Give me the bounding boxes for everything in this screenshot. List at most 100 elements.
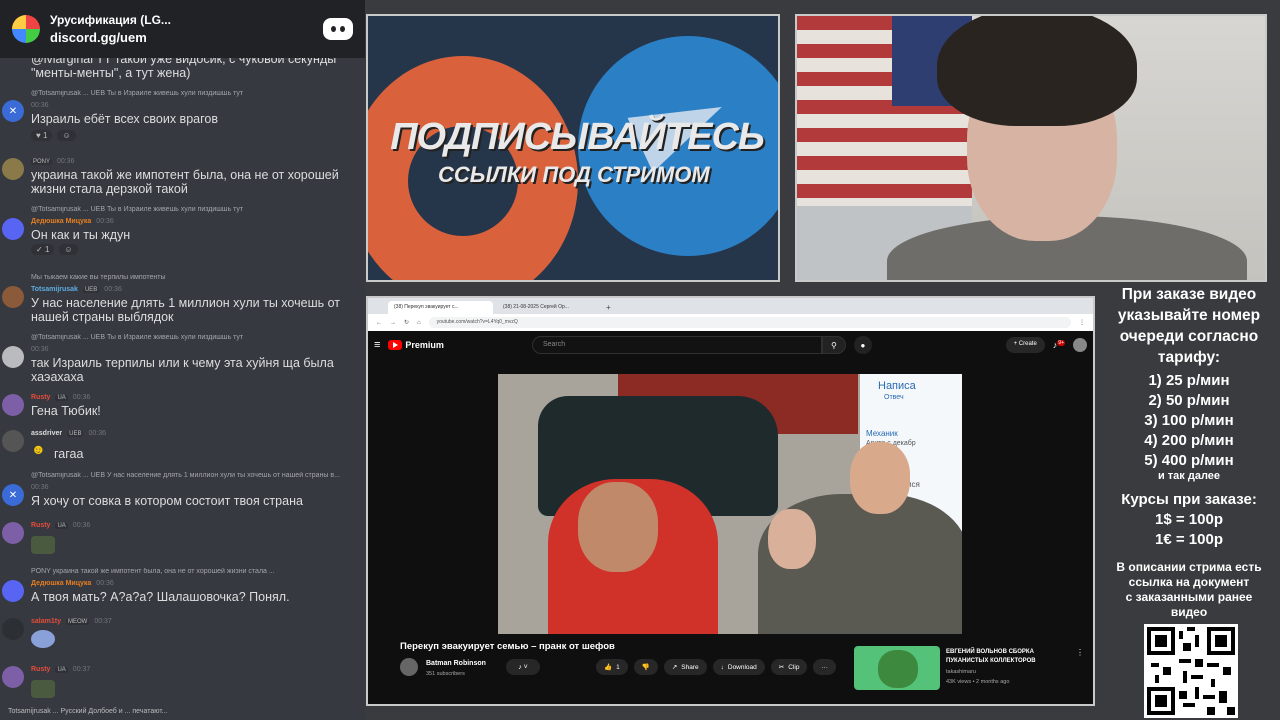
- new-tab-icon[interactable]: +: [606, 303, 611, 314]
- video-actions: 👍 1 👎 ↗ Share ↓ Download ✂ Clip ···: [596, 659, 836, 675]
- message-time: 00:36: [88, 430, 107, 437]
- recommended-title[interactable]: ЕВГЕНИЙ ВОЛЬНОВ СБОРКА ПУКАНИСТЫХ КОЛЛЕК…: [946, 648, 1076, 666]
- home-icon[interactable]: ⌂: [417, 320, 421, 326]
- extensions-icon[interactable]: ⋮: [1079, 319, 1085, 326]
- channel-name[interactable]: Batman Robinson: [426, 660, 486, 667]
- add-reaction-icon[interactable]: ☺: [59, 244, 78, 255]
- avatar[interactable]: [2, 618, 24, 640]
- pricing-header: При заказе видео указывайте номер очеред…: [1117, 286, 1261, 366]
- role-badge: UA: [55, 394, 68, 401]
- pricing-more: и так далее: [1157, 470, 1221, 482]
- username[interactable]: Rusty: [31, 666, 50, 673]
- subscribe-bell-button[interactable]: ♪ ˅: [506, 659, 540, 675]
- message-text: Я хочу от совка в котором состоит твоя с…: [31, 494, 303, 508]
- reply-preview[interactable]: Мы тыкаем какие вы терпилы импотенты: [31, 274, 363, 281]
- server-invite-link[interactable]: discord.gg/uem: [50, 30, 323, 45]
- role-badge: MEOW: [65, 618, 90, 625]
- streamer-hair: [937, 16, 1137, 126]
- avatar[interactable]: [2, 346, 24, 368]
- message-text: У нас население длять 1 миллион хули ты …: [31, 296, 340, 324]
- video-player[interactable]: Написа Отвеч Механик Авито с декабр Подп…: [498, 374, 962, 634]
- dislike-button[interactable]: 👎: [633, 659, 658, 675]
- tab-youtube-stream[interactable]: (38) 21-08-2025 Сергей Ор...: [497, 301, 602, 314]
- search-icon[interactable]: ⚲: [821, 336, 846, 354]
- stream-layout: Урусификация (LG... discord.gg/uem @ivia…: [0, 0, 1280, 720]
- discord-avatar-icon[interactable]: [2, 218, 24, 240]
- reaction-pill[interactable]: ✓ 1: [31, 244, 55, 255]
- avatar[interactable]: [2, 430, 24, 452]
- message-time: 00:36: [96, 580, 114, 587]
- share-icon: ↗: [671, 664, 678, 671]
- notifications-icon[interactable]: ♪9+: [1053, 340, 1065, 350]
- message-text: украина такой же импотент была, она не о…: [31, 168, 339, 196]
- like-button[interactable]: 👍 1: [596, 659, 628, 675]
- avatar[interactable]: [2, 286, 24, 308]
- share-button[interactable]: ↗ Share: [663, 659, 707, 675]
- thumbs-down-icon: 👎: [641, 664, 650, 671]
- message-text: А твоя мать? А?а?а? Шалашовочка? Понял.: [31, 590, 290, 604]
- message-text: Гена Тюбик!: [31, 404, 101, 418]
- discord-logo-icon: [323, 18, 353, 40]
- download-button[interactable]: ↓ Download: [712, 659, 765, 675]
- account-avatar[interactable]: [1073, 338, 1087, 352]
- avatar[interactable]: [2, 394, 24, 416]
- avatar[interactable]: [2, 158, 24, 180]
- channel-avatar[interactable]: [400, 658, 418, 676]
- discord-avatar-icon[interactable]: [2, 580, 24, 602]
- search-input[interactable]: Search: [531, 336, 822, 354]
- role-badge: UEB: [67, 430, 84, 437]
- microphone-icon[interactable]: ●: [853, 336, 872, 354]
- reply-preview[interactable]: @Totsamijrusak ... UEB Ты в Израиле живе…: [31, 206, 363, 213]
- reply-preview[interactable]: @Totsamijrusak ... UEB У нас население д…: [31, 472, 363, 479]
- message-text: гагаа: [54, 447, 84, 461]
- add-reaction-icon[interactable]: ☺: [57, 130, 76, 141]
- message-time: 00:36: [57, 158, 75, 165]
- qr-code-icon: [1144, 624, 1238, 718]
- message-time: 00:36: [31, 484, 49, 491]
- discord-chat-panel: Урусификация (LG... discord.gg/uem @ivia…: [0, 0, 365, 720]
- username[interactable]: assdriver: [31, 430, 62, 437]
- username[interactable]: Дедюшка Мицука: [31, 580, 91, 587]
- exchange-rates: Курсы при заказе: 1$ = 100р 1€ = 100р: [1121, 491, 1257, 548]
- clip-button[interactable]: ✂ Clip: [770, 659, 808, 675]
- username[interactable]: Дедюшка Мицука: [31, 218, 91, 225]
- reply-preview[interactable]: @Totsamijrusak ... UEB Ты в Израиле живе…: [31, 90, 363, 97]
- youtube-logo[interactable]: Premium: [388, 340, 444, 350]
- reaction-pill[interactable]: ♥ 1: [31, 130, 53, 141]
- avatar[interactable]: [2, 522, 24, 544]
- avatar[interactable]: [2, 666, 24, 688]
- username[interactable]: Rusty: [31, 522, 50, 529]
- promo-title: ПОДПИСЫВАЙТЕСЬ: [390, 116, 765, 158]
- server-icon: [12, 15, 40, 43]
- youtube-play-icon: [388, 340, 403, 350]
- pricing-panel: При заказе видео указывайте номер очеред…: [1100, 284, 1278, 720]
- username[interactable]: Rusty: [31, 394, 50, 401]
- message-time: 00:36: [72, 394, 91, 401]
- username[interactable]: salam1ty: [31, 618, 61, 625]
- message-text: так Израиль терпилы или к чему эта хуйня…: [31, 356, 334, 384]
- reload-icon[interactable]: ↻: [404, 319, 409, 326]
- message-time: 00:36: [104, 286, 122, 293]
- url-field[interactable]: youtube.com/watch?v=L4Yq0_mvzQ: [428, 317, 1071, 328]
- scissors-icon: ✂: [778, 664, 785, 671]
- forward-icon[interactable]: →: [390, 320, 396, 326]
- custom-emoji: [31, 630, 55, 648]
- recommended-video[interactable]: ЕВГЕНИЙ ВОЛЬНОВ СБОРКА ПУКАНИСТЫХ КОЛЛЕК…: [854, 646, 1084, 690]
- create-button[interactable]: + Create: [1005, 337, 1045, 353]
- more-actions-icon[interactable]: ···: [813, 659, 836, 675]
- reply-preview[interactable]: @Totsamijrusak ... UEB Ты в Израиле живе…: [31, 334, 363, 341]
- more-options-icon[interactable]: ⋮: [1076, 648, 1084, 657]
- avatar[interactable]: ✕: [2, 100, 24, 122]
- server-header[interactable]: Урусификация (LG... discord.gg/uem: [0, 0, 365, 58]
- pricing-tiers: 1) 25 р/мин 2) 50 р/мин 3) 100 р/мин 4) …: [1144, 372, 1234, 469]
- reply-preview[interactable]: PONY украина такой же импотент была, она…: [31, 568, 363, 575]
- thumbs-up-icon: 👍: [604, 664, 613, 671]
- username[interactable]: Totsamijrusak: [31, 286, 78, 293]
- back-icon[interactable]: ←: [376, 320, 382, 326]
- youtube-header: ≡ Premium Search ⚲ ● + Create ♪9+: [368, 331, 1093, 359]
- menu-icon[interactable]: ≡: [374, 339, 380, 351]
- avatar[interactable]: ✕: [2, 484, 24, 506]
- message-time: 00:36: [31, 102, 49, 109]
- video-title: Перекуп эвакуирует семью – пранк от шефо…: [400, 641, 615, 652]
- tab-youtube-video[interactable]: (38) Перекуп эвакуирует с...: [388, 301, 493, 314]
